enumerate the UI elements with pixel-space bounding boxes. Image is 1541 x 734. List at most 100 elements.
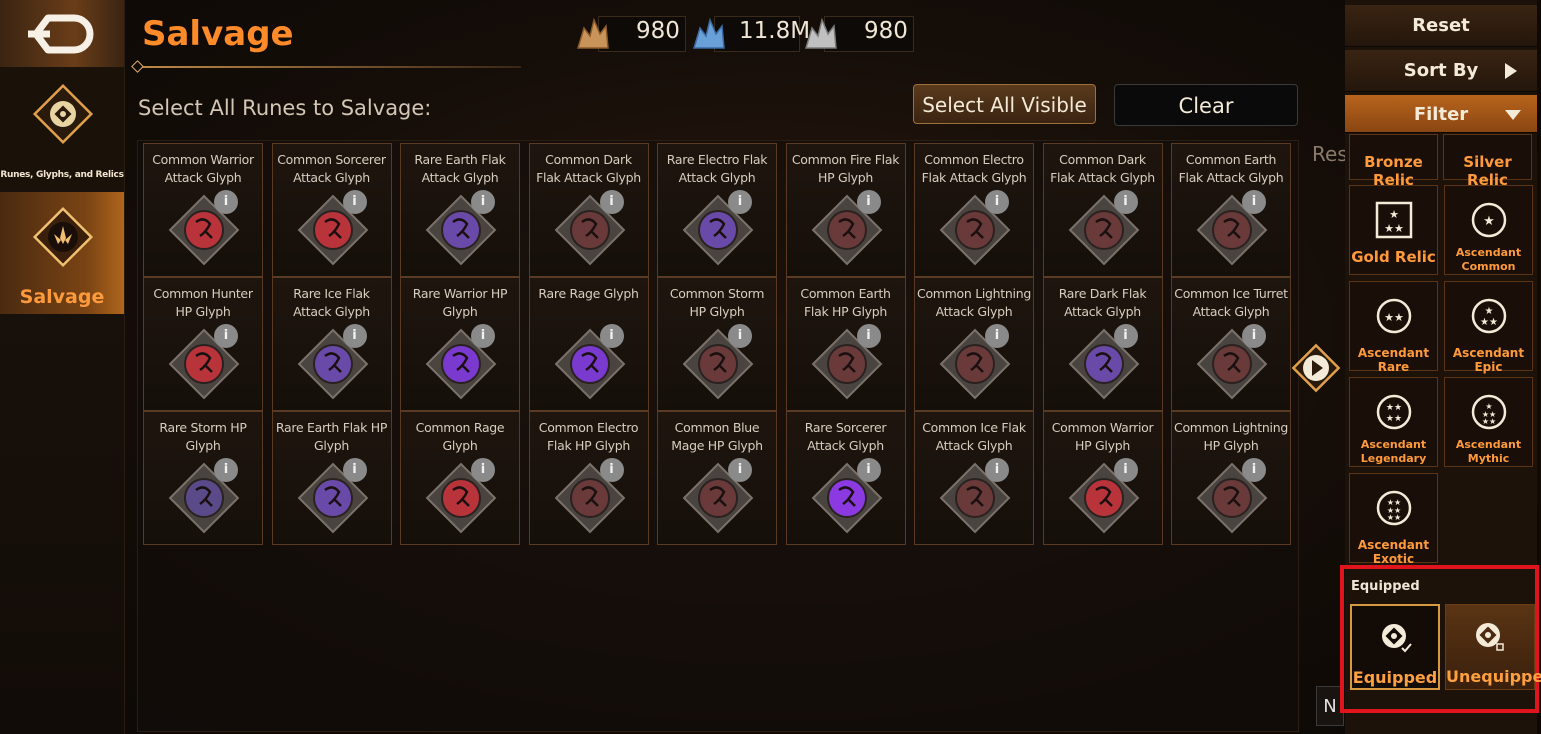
info-icon[interactable]: i bbox=[1242, 458, 1266, 482]
rune-card[interactable]: Common Warrior HP Glyph i bbox=[1042, 411, 1163, 545]
filter-label: Ascendant Common bbox=[1455, 246, 1522, 273]
rune-card[interactable]: Common Electro Flak Attack Glyph i bbox=[914, 143, 1034, 277]
rune-card[interactable]: Rare Earth Flak HP Glyph i bbox=[271, 411, 392, 545]
play-arrow-icon bbox=[1505, 63, 1517, 79]
rune-card[interactable]: Common Fire Flak HP Glyph i bbox=[785, 143, 906, 277]
rune-card[interactable]: Rare Storm HP Glyph i bbox=[143, 411, 263, 545]
left-nav: Runes, Glyphs, and Relics Salvage bbox=[0, 0, 125, 734]
rune-card[interactable]: Common Electro Flak HP Glyph i bbox=[528, 411, 649, 545]
rune-card[interactable]: Rare Sorcerer Attack Glyph i bbox=[785, 411, 906, 545]
rune-card-name: Common Warrior HP Glyph bbox=[1051, 420, 1154, 453]
svg-text:★★: ★★ bbox=[1384, 311, 1404, 324]
filter-bronze-relic[interactable]: Bronze Relic bbox=[1349, 134, 1438, 189]
filter-gold-relic[interactable]: ★ ★★ Gold Relic bbox=[1349, 185, 1438, 275]
info-icon[interactable]: i bbox=[1242, 190, 1266, 214]
sort-by-button[interactable]: Sort By bbox=[1345, 50, 1537, 92]
info-icon[interactable]: i bbox=[985, 190, 1009, 214]
info-icon[interactable]: i bbox=[856, 190, 881, 214]
info-icon[interactable]: i bbox=[342, 324, 367, 348]
info-icon[interactable]: i bbox=[599, 324, 624, 348]
info-icon[interactable]: i bbox=[599, 458, 624, 482]
select-all-visible-button[interactable]: Select All Visible bbox=[913, 84, 1096, 124]
filter-equipped[interactable]: Equipped bbox=[1350, 604, 1440, 690]
rune-card[interactable]: Rare Earth Flak Attack Glyph i bbox=[400, 143, 520, 277]
partial-reset-label: Res bbox=[1312, 142, 1348, 166]
rune-card[interactable]: Rare Electro Flak Attack Glyph i bbox=[657, 143, 777, 277]
rune-diamond-icon bbox=[32, 83, 94, 145]
info-icon[interactable]: i bbox=[985, 458, 1009, 482]
info-icon[interactable]: i bbox=[214, 324, 238, 348]
info-icon[interactable]: i bbox=[856, 324, 881, 348]
rune-card[interactable]: Common Ice Turret Attack Glyph i bbox=[1171, 277, 1291, 411]
rune-card-name: Rare Rage Glyph bbox=[538, 286, 639, 301]
filter-label: Bronze Relic bbox=[1364, 153, 1423, 189]
rune-card[interactable]: Common Dark Flak Attack Glyph i bbox=[1042, 143, 1163, 277]
clear-button[interactable]: Clear bbox=[1114, 84, 1298, 126]
rune-card[interactable]: Common Rage Glyph i bbox=[400, 411, 520, 545]
rune-card[interactable]: Common Lightning Attack Glyph i bbox=[914, 277, 1034, 411]
filter-silver-relic[interactable]: Silver Relic bbox=[1443, 134, 1532, 189]
rune-card[interactable]: Common Dark Flak Attack Glyph i bbox=[528, 143, 649, 277]
rune-card-name: Rare Dark Flak Attack Glyph bbox=[1058, 286, 1147, 319]
nav-item-salvage[interactable]: Salvage bbox=[0, 192, 124, 314]
ascendant-common-icon: ★ bbox=[1471, 202, 1507, 238]
rune-card-name: Common Rage Glyph bbox=[415, 420, 505, 453]
info-icon[interactable]: i bbox=[1113, 324, 1138, 348]
svg-text:★★: ★★ bbox=[1386, 414, 1402, 424]
filter-ascendant-rare[interactable]: ★★ Ascendant Rare bbox=[1349, 281, 1438, 374]
rune-card-name: Common Warrior Attack Glyph bbox=[152, 152, 254, 185]
rune-card[interactable]: Common Hunter HP Glyph i bbox=[143, 277, 263, 411]
rune-card[interactable]: Common Blue Mage HP Glyph i bbox=[657, 411, 777, 545]
ascendant-epic-icon: ★ ★★ bbox=[1471, 298, 1507, 334]
info-icon[interactable]: i bbox=[728, 324, 752, 348]
info-icon[interactable]: i bbox=[728, 458, 752, 482]
rune-card-name: Common Earth Flak HP Glyph bbox=[800, 286, 891, 319]
filter-ascendant-legendary[interactable]: ★★ ★★ Ascendant Legendary bbox=[1349, 377, 1438, 467]
info-icon[interactable]: i bbox=[342, 458, 367, 482]
chevron-down-icon bbox=[1505, 110, 1521, 120]
info-icon[interactable]: i bbox=[1242, 324, 1266, 348]
reset-button[interactable]: Reset bbox=[1345, 5, 1537, 47]
info-icon[interactable]: i bbox=[471, 190, 495, 214]
next-page-icon[interactable] bbox=[1288, 340, 1344, 396]
filter-label: Ascendant Mythic bbox=[1455, 438, 1522, 465]
filter-label: Ascendant Exotic bbox=[1357, 538, 1430, 566]
info-icon[interactable]: i bbox=[1113, 458, 1138, 482]
info-icon[interactable]: i bbox=[471, 324, 495, 348]
rune-card-name: Common Storm HP Glyph bbox=[669, 286, 765, 319]
rune-card[interactable]: Common Earth Flak HP Glyph i bbox=[785, 277, 906, 411]
info-icon[interactable]: i bbox=[856, 458, 881, 482]
rune-card[interactable]: Rare Ice Flak Attack Glyph i bbox=[271, 277, 392, 411]
title-underline bbox=[136, 66, 521, 68]
info-icon[interactable]: i bbox=[599, 190, 624, 214]
salvage-lotus-icon bbox=[32, 206, 94, 268]
rune-card[interactable]: Common Lightning HP Glyph i bbox=[1171, 411, 1291, 545]
filter-button[interactable]: Filter bbox=[1345, 95, 1537, 133]
info-icon[interactable]: i bbox=[214, 458, 238, 482]
info-icon[interactable]: i bbox=[728, 190, 752, 214]
filter-ascendant-mythic[interactable]: ★ ★★ ★★ Ascendant Mythic bbox=[1444, 377, 1533, 467]
rune-card[interactable]: Rare Warrior HP Glyph i bbox=[400, 277, 520, 411]
filter-label: Silver Relic bbox=[1463, 153, 1512, 189]
rune-card[interactable]: Rare Rage Glyph i bbox=[528, 277, 649, 411]
info-icon[interactable]: i bbox=[214, 190, 238, 214]
rune-card[interactable]: Common Earth Flak Attack Glyph i bbox=[1171, 143, 1291, 277]
info-icon[interactable]: i bbox=[985, 324, 1009, 348]
rune-card[interactable]: Common Sorcerer Attack Glyph i bbox=[271, 143, 392, 277]
filter-unequipped[interactable]: Unequipped bbox=[1445, 604, 1541, 690]
rune-card[interactable]: Common Ice Flak Attack Glyph i bbox=[914, 411, 1034, 545]
back-button[interactable] bbox=[0, 0, 124, 67]
rune-card[interactable]: Common Warrior Attack Glyph i bbox=[143, 143, 263, 277]
filter-label: Ascendant Rare bbox=[1357, 346, 1430, 374]
filter-ascendant-epic[interactable]: ★ ★★ Ascendant Epic bbox=[1444, 281, 1533, 374]
rune-card[interactable]: Rare Dark Flak Attack Glyph i bbox=[1042, 277, 1163, 411]
filter-ascendant-exotic[interactable]: ★★ ★★ ★★ Ascendant Exotic bbox=[1349, 473, 1438, 566]
info-icon[interactable]: i bbox=[1113, 190, 1138, 214]
nav-item-runes-glyphs-relics[interactable]: Runes, Glyphs, and Relics bbox=[0, 69, 124, 189]
filter-ascendant-common[interactable]: ★ Ascendant Common bbox=[1444, 185, 1533, 275]
info-icon[interactable]: i bbox=[342, 190, 367, 214]
rune-card-name: Rare Earth Flak HP Glyph bbox=[275, 420, 388, 453]
info-icon[interactable]: i bbox=[471, 458, 495, 482]
unequipped-rune-icon bbox=[1476, 623, 1504, 651]
rune-card[interactable]: Common Storm HP Glyph i bbox=[657, 277, 777, 411]
